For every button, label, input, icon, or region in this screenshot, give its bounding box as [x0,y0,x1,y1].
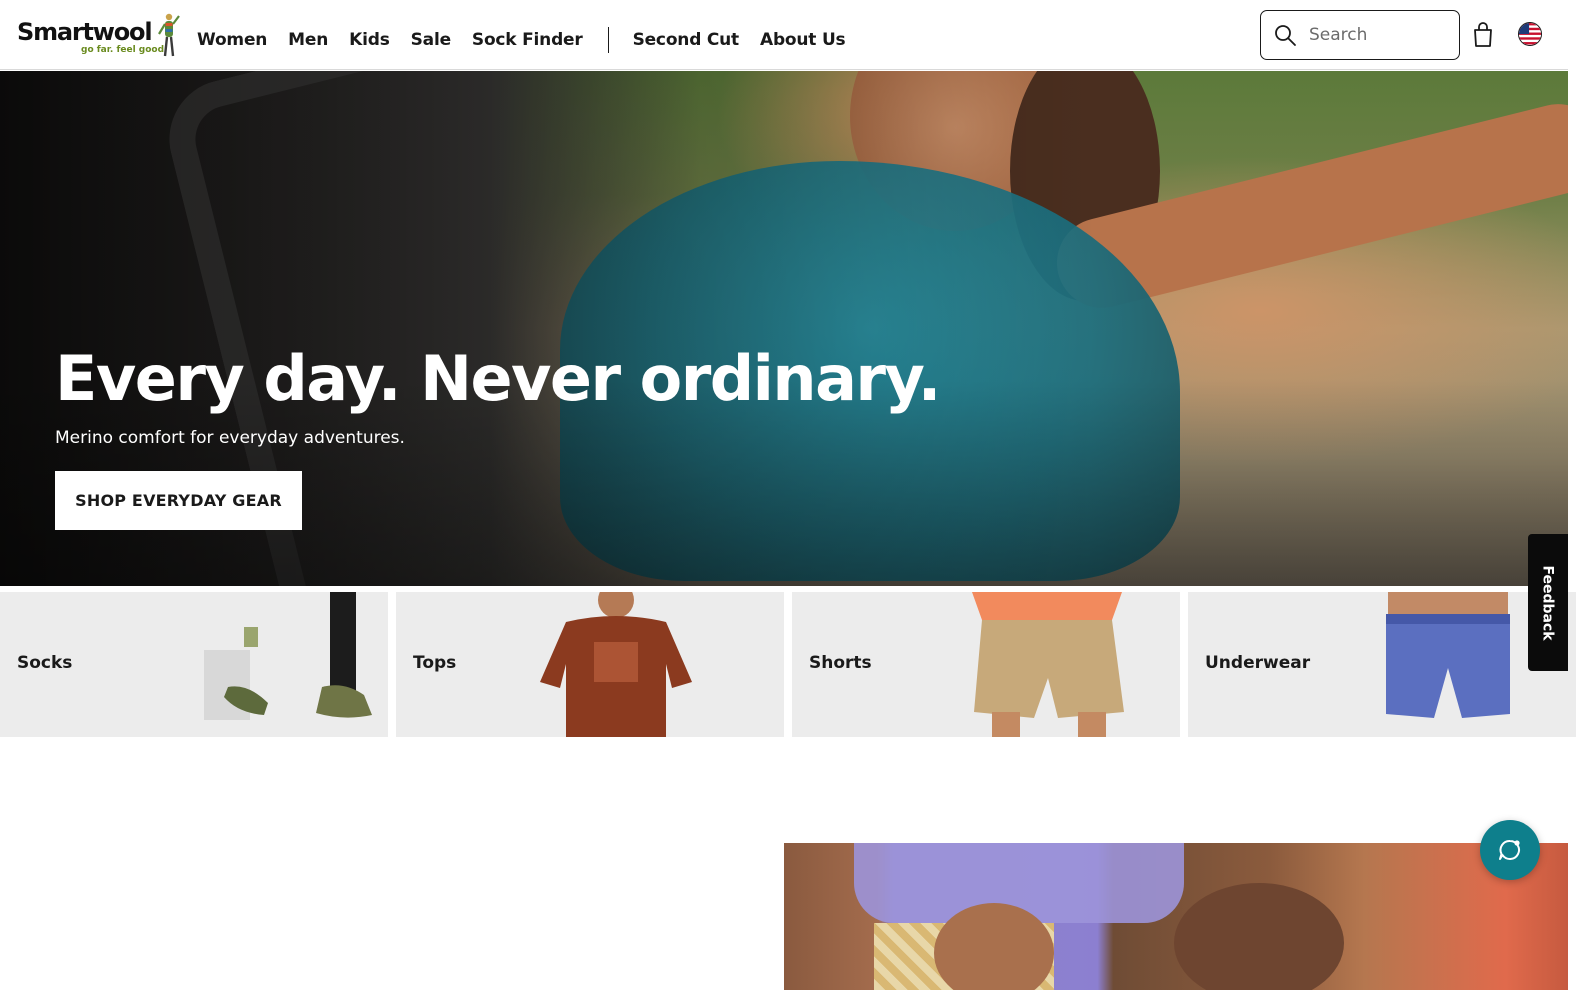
site-header: Smartwool go far. feel good. Women Men K… [0,0,1568,70]
category-label: Shorts [809,653,872,673]
socks-image [204,592,372,720]
logo-figure-icon [158,13,180,57]
nav-women[interactable]: Women [197,30,267,50]
search-icon [1275,25,1296,46]
nav-men[interactable]: Men [288,30,328,50]
logo-tagline: go far. feel good. [81,45,168,55]
feedback-tab[interactable]: Feedback [1528,534,1568,671]
nav-about-us[interactable]: About Us [760,30,846,50]
underwear-image [1386,592,1510,718]
hero-banner: Every day. Never ordinary. Merino comfor… [0,71,1568,586]
promo-hands [1174,883,1344,990]
category-tile-underwear[interactable]: Underwear [1188,592,1576,737]
hero-title: Every day. Never ordinary. [55,342,941,415]
tops-image [540,592,692,737]
us-flag-icon[interactable] [1518,22,1542,46]
category-tile-socks[interactable]: Socks [0,592,388,737]
category-tile-tops[interactable]: Tops [396,592,784,737]
category-tiles: Socks Tops Shorts Underwear [0,592,1576,737]
main-nav: Women Men Kids Sale Sock Finder Second C… [197,26,866,54]
nav-sock-finder[interactable]: Sock Finder [472,30,583,50]
logo-wordmark: Smartwool [17,18,153,46]
shorts-image [972,592,1124,737]
shop-everyday-gear-button[interactable]: SHOP EVERYDAY GEAR [55,471,302,530]
category-label: Tops [413,653,457,673]
search-box[interactable] [1260,10,1460,60]
category-label: Underwear [1205,653,1311,673]
nav-kids[interactable]: Kids [349,30,390,50]
chat-button[interactable] [1480,820,1540,880]
chat-bubble-icon [1499,840,1520,860]
shopping-bag-icon[interactable] [1472,22,1494,48]
search-input[interactable] [1309,25,1449,45]
nav-divider [607,27,609,53]
category-label: Socks [17,653,73,673]
nav-sale[interactable]: Sale [411,30,451,50]
promo-image [784,843,1568,990]
feedback-label: Feedback [1540,564,1556,641]
nav-second-cut[interactable]: Second Cut [633,30,740,50]
hero-subtitle: Merino comfort for everyday adventures. [55,428,405,448]
category-tile-shorts[interactable]: Shorts [792,592,1180,737]
smartwool-logo[interactable]: Smartwool go far. feel good. [17,12,182,60]
